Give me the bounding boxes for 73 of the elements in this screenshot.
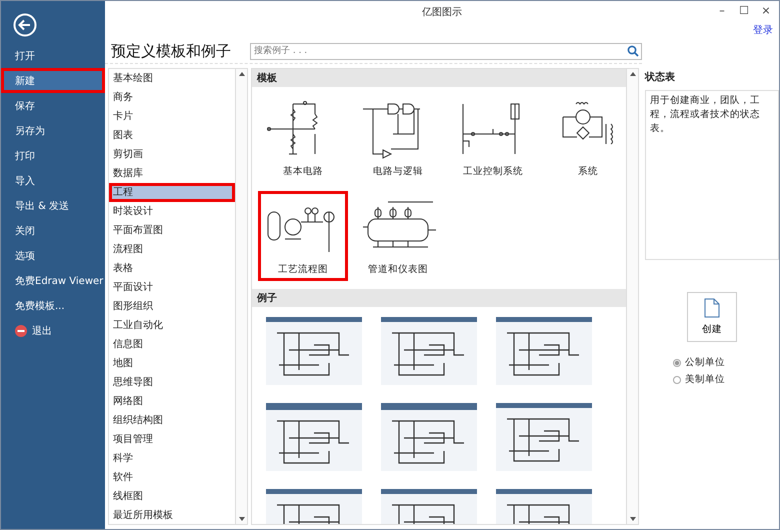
sidebar-item[interactable]: 退出 (1, 318, 105, 343)
scrollbar[interactable] (626, 69, 638, 524)
template-item[interactable]: 电路与逻辑 (353, 93, 443, 183)
template-item[interactable]: 系统 (543, 93, 626, 183)
radio-button[interactable] (673, 358, 681, 366)
example-thumbnail[interactable] (496, 317, 592, 385)
category-item[interactable]: 图表 (109, 126, 235, 145)
create-button[interactable]: 创建 (687, 292, 737, 342)
category-item[interactable]: 剪切画 (109, 145, 235, 164)
sidebar-item[interactable]: 免费Edraw Viewer (1, 268, 105, 293)
page-heading: 预定义模板和例子 (111, 42, 231, 60)
category-item[interactable]: 流程图 (109, 240, 235, 259)
template-title: 状态表 (645, 70, 676, 84)
category-item[interactable]: 商务 (109, 88, 235, 107)
exit-icon (15, 324, 27, 336)
template-item[interactable]: 管道和仪表图 (353, 191, 443, 281)
category-item[interactable]: 平面设计 (109, 278, 235, 297)
category-item[interactable]: 数据库 (109, 164, 235, 183)
category-item[interactable]: 基本绘图 (109, 69, 235, 88)
category-item[interactable]: 软件 (109, 468, 235, 487)
login-link[interactable]: 登录 (753, 23, 773, 37)
category-item[interactable]: 时装设计 (109, 202, 235, 221)
template-item[interactable]: 工业控制系统 (448, 93, 538, 183)
category-item[interactable]: 地图 (109, 354, 235, 373)
sidebar-item[interactable]: 打开 (1, 43, 105, 68)
description-text: 用于创建商业，团队，工程，流程或者技术的状态表。 (650, 95, 760, 134)
sidebar-item[interactable]: 选项 (1, 243, 105, 268)
sidebar-item[interactable]: 另存为 (1, 118, 105, 143)
category-item[interactable]: 网络图 (109, 392, 235, 411)
example-thumbnail[interactable] (266, 403, 362, 471)
sidebar-item[interactable]: 保存 (1, 93, 105, 118)
example-thumbnail[interactable] (381, 403, 477, 471)
sidebar-item[interactable]: 免费模板... (1, 293, 105, 318)
example-thumbnail[interactable] (381, 317, 477, 385)
template-item[interactable]: 工艺流程图 (258, 191, 348, 281)
category-item[interactable]: 组织结构图 (109, 411, 235, 430)
scroll-up-icon[interactable] (238, 72, 244, 76)
category-item[interactable]: 表格 (109, 259, 235, 278)
category-item[interactable]: 科学 (109, 449, 235, 468)
radio-button[interactable] (673, 376, 681, 384)
unit-radio[interactable]: 美制单位 (645, 371, 725, 388)
category-item[interactable]: 思维导图 (109, 373, 235, 392)
scroll-down-icon[interactable] (238, 517, 244, 521)
sidebar-item[interactable]: 导入 (1, 168, 105, 193)
unit-radio[interactable]: 公制单位 (645, 354, 725, 371)
category-item[interactable]: 卡片 (109, 107, 235, 126)
sidebar-item[interactable]: 打印 (1, 143, 105, 168)
window-control-button[interactable]: – (713, 4, 731, 17)
category-item[interactable]: 工程 (109, 183, 235, 202)
example-thumbnail[interactable] (496, 403, 592, 471)
sidebar-item[interactable]: 新建 (1, 68, 105, 93)
scroll-up-icon[interactable] (630, 72, 636, 76)
category-item[interactable]: 图形组织 (109, 297, 235, 316)
sidebar-item[interactable]: 导出 & 发送 (1, 193, 105, 218)
category-item[interactable]: 项目管理 (109, 430, 235, 449)
scroll-down-icon[interactable] (630, 517, 636, 521)
example-thumbnail[interactable] (266, 317, 362, 385)
template-item[interactable]: 基本电路 (258, 93, 348, 183)
category-item[interactable]: 工业自动化 (109, 316, 235, 335)
search-field[interactable]: 搜索例子 . . . (250, 42, 642, 60)
category-item[interactable]: 最近所用模板 (109, 506, 235, 525)
section-header: 例子 (252, 289, 626, 307)
sidebar-item[interactable]: 关闭 (1, 218, 105, 243)
search-icon[interactable] (627, 44, 639, 56)
category-item[interactable]: 线框图 (109, 487, 235, 506)
window-control-button[interactable]: ☐ (735, 4, 753, 17)
window-control-button[interactable]: × (757, 4, 775, 17)
category-item[interactable]: 信息图 (109, 335, 235, 354)
section-header: 模板 (252, 69, 626, 87)
document-icon (704, 298, 720, 318)
scrollbar[interactable] (235, 69, 247, 524)
category-item[interactable]: 平面布置图 (109, 221, 235, 240)
window-title: 亿图图示 (422, 6, 462, 19)
